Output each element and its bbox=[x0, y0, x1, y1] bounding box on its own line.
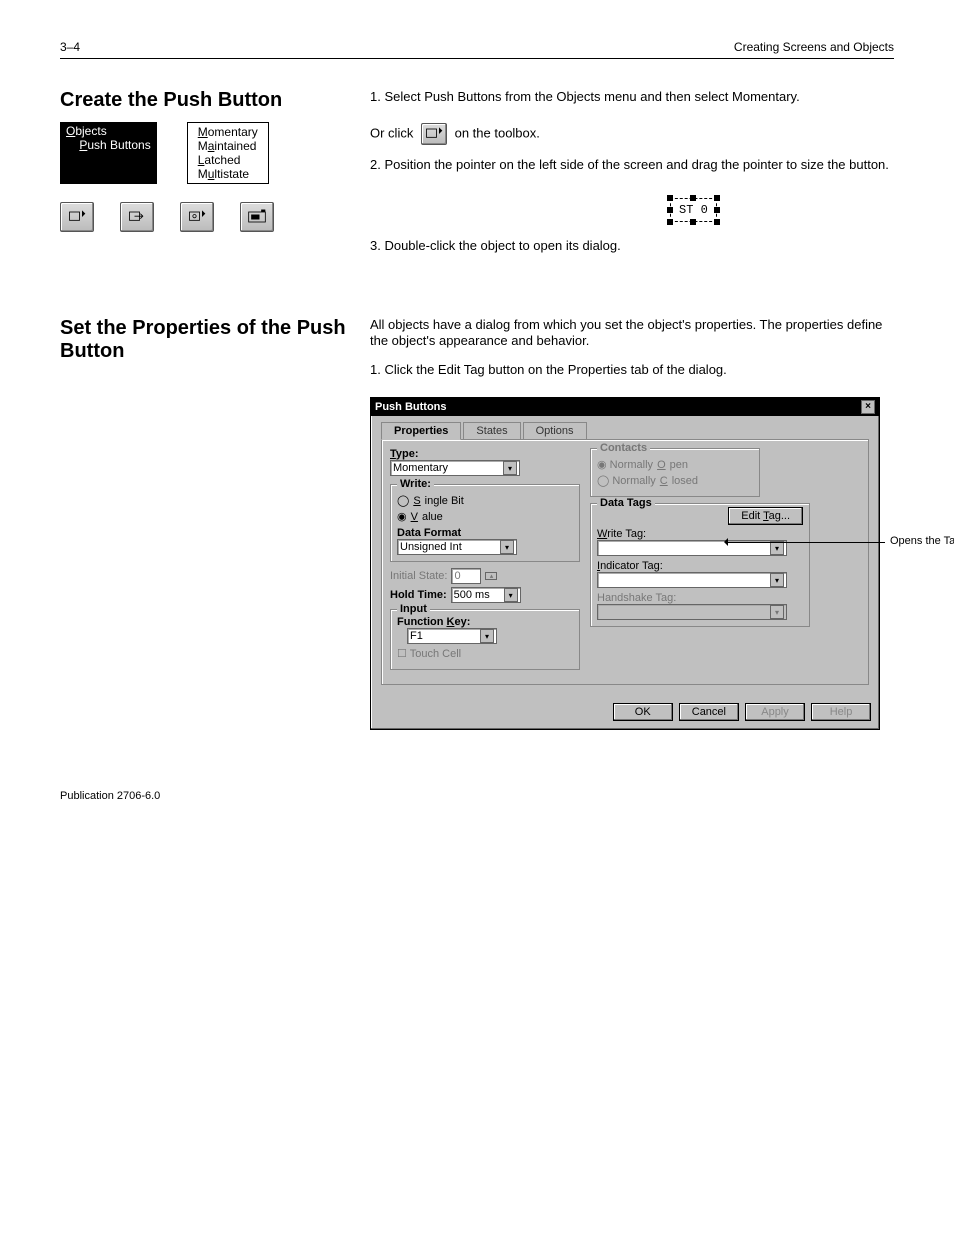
dataformat-label: Data Format bbox=[397, 527, 573, 539]
object-placeholder: ST 0 bbox=[670, 198, 717, 222]
props-step1: 1. Click the Edit Tag button on the Prop… bbox=[370, 362, 894, 379]
indicator-tag-label: Indicator Tag: bbox=[597, 560, 803, 572]
input-label: Input bbox=[397, 603, 430, 615]
menu-push-buttons: Push Buttons bbox=[66, 138, 151, 152]
handshake-tag-label: Handshake Tag: bbox=[597, 592, 803, 604]
latched-icon bbox=[180, 202, 214, 232]
step1-icon-note: Or click bbox=[370, 125, 413, 140]
ok-button[interactable]: OK bbox=[613, 703, 673, 721]
heading-set-props: Set the Properties of the Push Button bbox=[60, 317, 350, 363]
callout-edit-tag: Opens the Tag Editor bbox=[890, 535, 954, 547]
props-para: All objects have a dialog from which you… bbox=[370, 317, 894, 351]
function-key-label: Function Key: bbox=[397, 616, 573, 628]
indicator-tag-combo[interactable]: ▾ bbox=[597, 572, 787, 588]
radio-single-bit[interactable]: ◯ Single Bit bbox=[397, 494, 573, 507]
dialog-title: Push Buttons bbox=[375, 401, 447, 413]
radio-normally-closed: ◯ Normally Closed bbox=[597, 474, 753, 487]
menu-item-latched: Latched bbox=[198, 153, 258, 167]
chevron-down-icon: ▾ bbox=[770, 605, 784, 619]
tab-options[interactable]: Options bbox=[523, 422, 587, 440]
chevron-down-icon: ▾ bbox=[503, 461, 517, 475]
menu-item-maintained: Maintained bbox=[198, 139, 258, 153]
chevron-down-icon: ▾ bbox=[480, 629, 494, 643]
heading-create-pb: Create the Push Button bbox=[60, 89, 350, 112]
edit-tag-button[interactable]: Edit Tag... bbox=[728, 507, 803, 525]
chevron-down-icon: ▾ bbox=[770, 541, 784, 555]
help-button: Help bbox=[811, 703, 871, 721]
close-icon[interactable]: × bbox=[861, 400, 875, 414]
apply-button: Apply bbox=[745, 703, 805, 721]
chevron-down-icon: ▾ bbox=[504, 588, 518, 602]
contacts-label: Contacts bbox=[597, 442, 650, 454]
maintained-icon bbox=[120, 202, 154, 232]
menu-item-multistate: Multistate bbox=[198, 167, 258, 181]
hold-time-combo[interactable]: 500 ms▾ bbox=[451, 587, 521, 603]
step1b: on the toolbox. bbox=[455, 125, 540, 140]
touch-cell-checkbox: ☐ Touch Cell bbox=[397, 647, 573, 660]
momentary-icon bbox=[60, 202, 94, 232]
hold-time-label: Hold Time: bbox=[390, 589, 447, 601]
menu-item-momentary: Momentary bbox=[198, 125, 258, 139]
page-number: 3–4 bbox=[60, 40, 80, 54]
write-tag-label: Write Tag: bbox=[597, 528, 803, 540]
dataformat-combo[interactable]: Unsigned Int▾ bbox=[397, 539, 517, 555]
initial-state-label: Initial State: bbox=[390, 570, 447, 582]
multistate-icon bbox=[240, 202, 274, 232]
radio-normally-open: ◉ Normally Open bbox=[597, 458, 753, 471]
write-label: Write: bbox=[397, 478, 434, 490]
step2: 2. Position the pointer on the left side… bbox=[370, 157, 894, 174]
type-label: Type: bbox=[390, 448, 580, 460]
push-buttons-dialog: Push Buttons × Properties States Options… bbox=[370, 397, 880, 730]
page-title: Creating Screens and Objects bbox=[734, 40, 894, 54]
menu-graphic: Objects Push Buttons Momentary Maintaine… bbox=[60, 122, 350, 184]
inline-momentary-icon bbox=[421, 123, 447, 145]
tab-states[interactable]: States bbox=[463, 422, 520, 440]
data-tags-label: Data Tags bbox=[597, 497, 655, 509]
radio-value[interactable]: ◉ Value bbox=[397, 510, 573, 523]
chevron-down-icon: ▾ bbox=[770, 573, 784, 587]
step3: 3. Double-click the object to open its d… bbox=[370, 238, 894, 255]
function-key-combo[interactable]: F1▾ bbox=[407, 628, 497, 644]
step1a: 1. Select Push Buttons from the Objects … bbox=[370, 89, 800, 104]
type-combo[interactable]: Momentary▾ bbox=[390, 460, 520, 476]
initial-state-field: 0 bbox=[451, 568, 481, 584]
footer-pub: Publication 2706-6.0 bbox=[60, 790, 894, 802]
tab-properties[interactable]: Properties bbox=[381, 422, 461, 440]
cancel-button[interactable]: Cancel bbox=[679, 703, 739, 721]
chevron-down-icon: ▾ bbox=[500, 540, 514, 554]
handshake-tag-combo: ▾ bbox=[597, 604, 787, 620]
